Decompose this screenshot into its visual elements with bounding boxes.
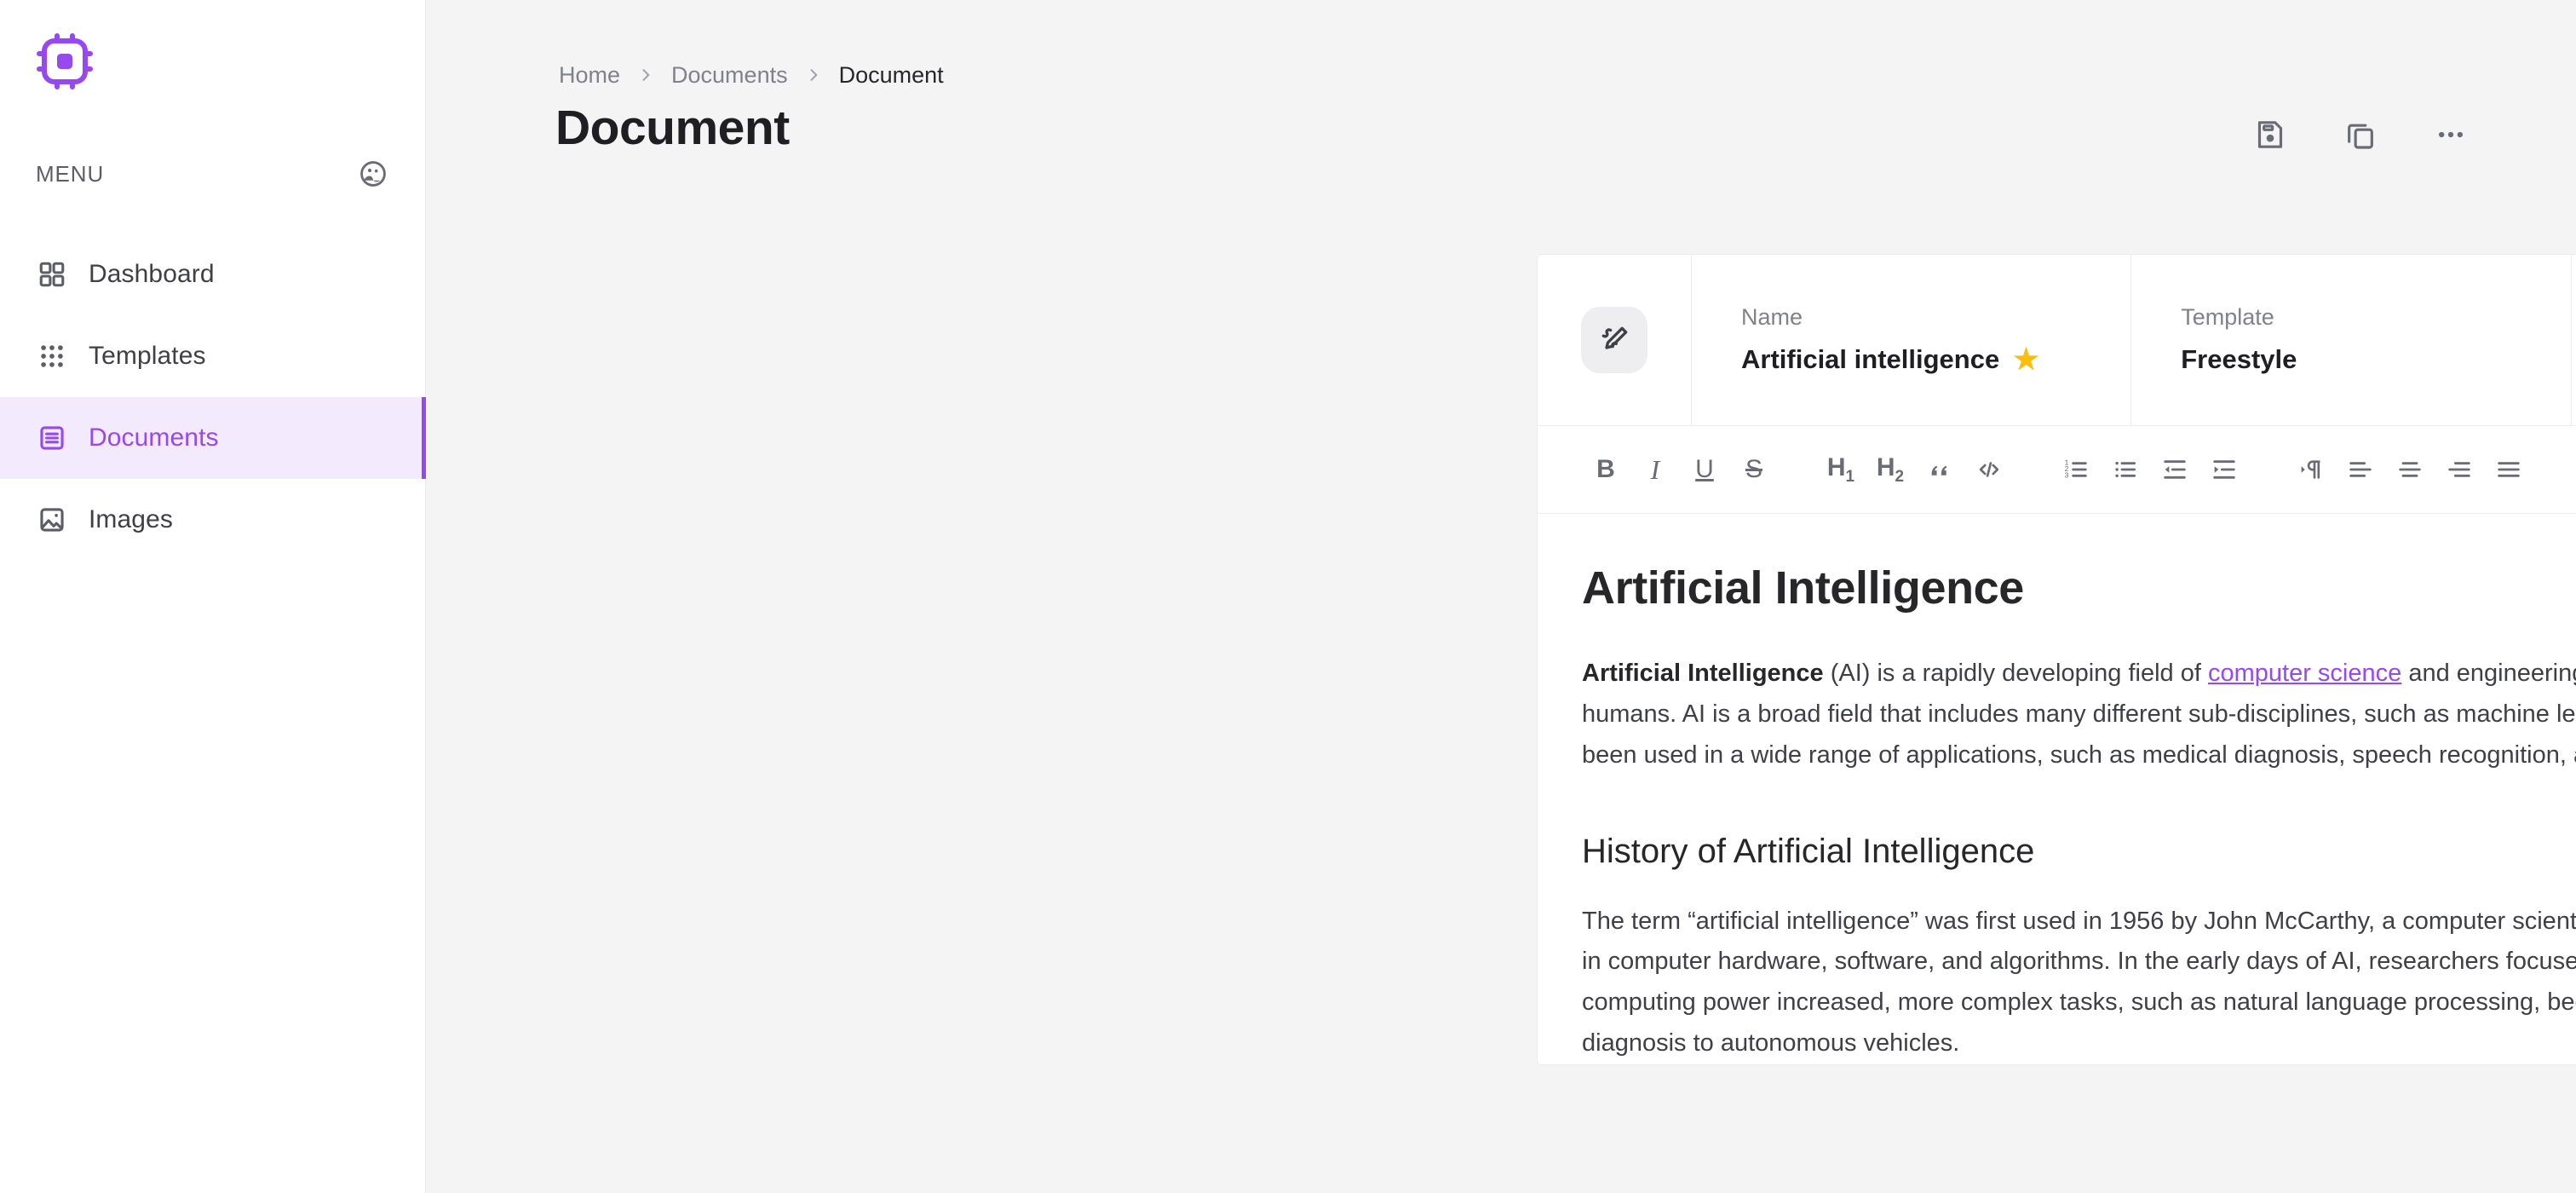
sidebar-nav: Dashboard Templates Documents Images (0, 233, 426, 561)
chevron-right-icon (805, 66, 822, 84)
meta-cell-name: Name Artificial intelligence ★ (1691, 255, 2130, 425)
meta-cell-words: Words 420 words (2570, 255, 2576, 425)
editor-toolbar: B I U S H1 H2 1 2 3 (1538, 425, 2576, 514)
chevron-right-icon (637, 66, 654, 84)
svg-text:3: 3 (2065, 471, 2069, 480)
paragraph-text: The term “artificial intelligence” was f… (1582, 907, 2576, 935)
sidebar-item-label: Templates (89, 342, 206, 370)
meta-cell-template: Template Freestyle (2130, 255, 2570, 425)
page-actions (2251, 104, 2470, 153)
subscript-button[interactable]: x2 (2572, 446, 2576, 493)
bullet-list-icon[interactable] (2102, 446, 2149, 493)
document-editor-body[interactable]: Artificial Intelligence Artificial Intel… (1538, 514, 2576, 1064)
app-root: MENU Dashboard Templates Documents Image… (0, 0, 2576, 1193)
paragraph-direction-icon[interactable] (2287, 446, 2335, 493)
sidebar-item-documents[interactable]: Documents (0, 397, 426, 479)
save-button[interactable] (2251, 116, 2289, 153)
sidebar-item-dashboard[interactable]: Dashboard (0, 233, 425, 315)
document-meta-row: Name Artificial intelligence ★ Template … (1538, 255, 2576, 425)
heading-2-button[interactable]: H2 (1866, 446, 1914, 493)
meta-label: Name (1741, 304, 1803, 330)
toolbar-group-align (2287, 446, 2534, 493)
meta-value-name: Artificial intelligence ★ (1741, 344, 2130, 375)
document-paragraph-1: Artificial Intelligence (AI) is a rapidl… (1582, 654, 2576, 776)
align-justify-icon[interactable] (2485, 446, 2533, 493)
ordered-list-icon[interactable]: 1 2 3 (2052, 446, 2100, 493)
palette-icon[interactable] (359, 159, 388, 188)
sidebar-item-label: Documents (89, 424, 219, 452)
document-name-text: Artificial intelligence (1741, 344, 2000, 374)
document-paragraph-2: The term “artificial intelligence” was f… (1582, 902, 2576, 1064)
toolbar-group-lists: 1 2 3 (2052, 446, 2250, 493)
align-center-icon[interactable] (2386, 446, 2434, 493)
meta-value-template: Freestyle (2181, 344, 2297, 374)
italic-button[interactable]: I (1631, 446, 1679, 493)
meta-label: Template (2181, 304, 2274, 330)
underline-button[interactable]: U (1681, 446, 1728, 493)
cpu-chip-icon (37, 33, 93, 89)
sidebar-item-label: Dashboard (89, 260, 215, 288)
document-heading-1: Artificial Intelligence (1582, 562, 2024, 614)
sidebar-item-templates[interactable]: Templates (0, 315, 425, 397)
breadcrumb-item-home[interactable]: Home (559, 62, 620, 89)
breadcrumb-item-documents[interactable]: Documents (671, 62, 788, 89)
paragraph-bold-lead: Artificial Intelligence (1582, 660, 1824, 687)
outdent-icon[interactable] (2151, 446, 2199, 493)
grid-icon (36, 258, 68, 291)
indent-icon[interactable] (2200, 446, 2248, 493)
main-content: Home Documents Document Document Name Ar… (426, 0, 2576, 1193)
strikethrough-button[interactable]: S (1730, 446, 1778, 493)
image-icon (36, 504, 68, 536)
sidebar-menu-header: MENU (0, 158, 425, 189)
toolbar-group-script: x2 x2 (2572, 446, 2576, 493)
align-left-icon[interactable] (2337, 446, 2384, 493)
sidebar-menu-label: MENU (36, 160, 105, 187)
star-icon[interactable]: ★ (2013, 345, 2038, 374)
sidebar: MENU Dashboard Templates Documents Image… (0, 0, 426, 1193)
paragraph-text: (AI) is a rapidly developing field of (1823, 660, 2208, 687)
brand-logo[interactable] (0, 0, 425, 92)
document-heading-2: History of Artificial Intelligence (1582, 832, 2035, 870)
breadcrumb-item-current: Document (838, 61, 944, 88)
page-title: Document (555, 101, 790, 155)
toolbar-group-blocks: H1 H2 (1817, 446, 2015, 493)
heading-1-button[interactable]: H1 (1817, 446, 1865, 493)
document-card: Name Artificial intelligence ★ Template … (1537, 254, 2576, 1065)
computer-science-link[interactable]: computer science (2208, 660, 2401, 687)
more-options-button[interactable] (2432, 116, 2470, 153)
blockquote-icon[interactable] (1916, 446, 1964, 493)
meta-cell-edit (1538, 255, 1691, 425)
code-block-icon[interactable] (1965, 446, 2013, 493)
document-lines-icon (36, 422, 68, 454)
toolbar-group-text-style: B I U S (1582, 446, 1780, 493)
align-right-icon[interactable] (2435, 446, 2483, 493)
bold-button[interactable]: B (1582, 446, 1630, 493)
duplicate-button[interactable] (2342, 116, 2379, 153)
edit-pencil-icon[interactable] (1581, 307, 1647, 373)
sidebar-item-label: Images (89, 505, 173, 533)
breadcrumb: Home Documents Document (426, 0, 2576, 88)
dots-grid-icon (36, 340, 68, 372)
sidebar-item-images[interactable]: Images (0, 479, 425, 561)
